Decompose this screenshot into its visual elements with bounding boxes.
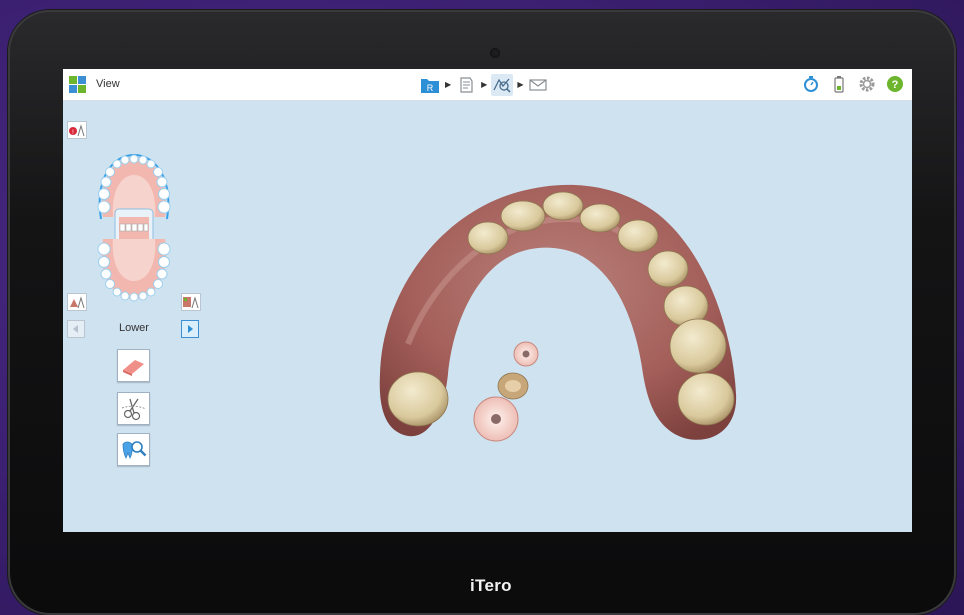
next-jaw-button[interactable] bbox=[181, 320, 199, 338]
app-logo-icon[interactable] bbox=[69, 76, 86, 93]
app-screen: View R ▶ ▶ ▶ ? ! Lower bbox=[63, 69, 912, 532]
send-icon[interactable] bbox=[527, 74, 549, 96]
texture-color-toggle-icon[interactable] bbox=[181, 293, 201, 311]
previous-jaw-button[interactable] bbox=[67, 320, 85, 338]
front-camera bbox=[490, 48, 500, 58]
page-title: View bbox=[96, 78, 120, 90]
implant-abutments bbox=[473, 341, 539, 442]
workflow-steps: R ▶ ▶ ▶ bbox=[419, 73, 549, 96]
intraoral-scan-model[interactable] bbox=[368, 174, 743, 454]
scan-icon[interactable] bbox=[455, 74, 477, 96]
trim-scissors-tool-icon[interactable] bbox=[117, 392, 150, 425]
status-icons: ? bbox=[802, 75, 904, 93]
tooth-magnifier-tool-icon[interactable] bbox=[117, 433, 150, 466]
step-arrow-icon: ▶ bbox=[517, 80, 524, 89]
view-icon[interactable] bbox=[491, 73, 514, 96]
jaw-label: Lower bbox=[119, 322, 149, 334]
timer-icon[interactable] bbox=[802, 75, 820, 93]
lower-jaw-color-icon[interactable] bbox=[67, 293, 87, 311]
svg-text:?: ? bbox=[892, 79, 899, 91]
top-toolbar: View R ▶ ▶ ▶ ? bbox=[63, 69, 912, 101]
eraser-tool-icon[interactable] bbox=[117, 349, 150, 382]
brand-logo: iTero bbox=[470, 576, 512, 595]
upper-jaw-alert-icon[interactable]: ! bbox=[67, 121, 87, 139]
step-arrow-icon: ▶ bbox=[445, 80, 452, 89]
rx-folder-icon[interactable]: R bbox=[419, 74, 441, 96]
settings-gear-icon[interactable] bbox=[858, 75, 876, 93]
jaw-selector-diagram[interactable] bbox=[91, 151, 177, 303]
step-arrow-icon: ▶ bbox=[481, 80, 488, 89]
svg-text:R: R bbox=[427, 83, 434, 93]
battery-icon bbox=[830, 75, 848, 93]
help-icon[interactable]: ? bbox=[886, 75, 904, 93]
